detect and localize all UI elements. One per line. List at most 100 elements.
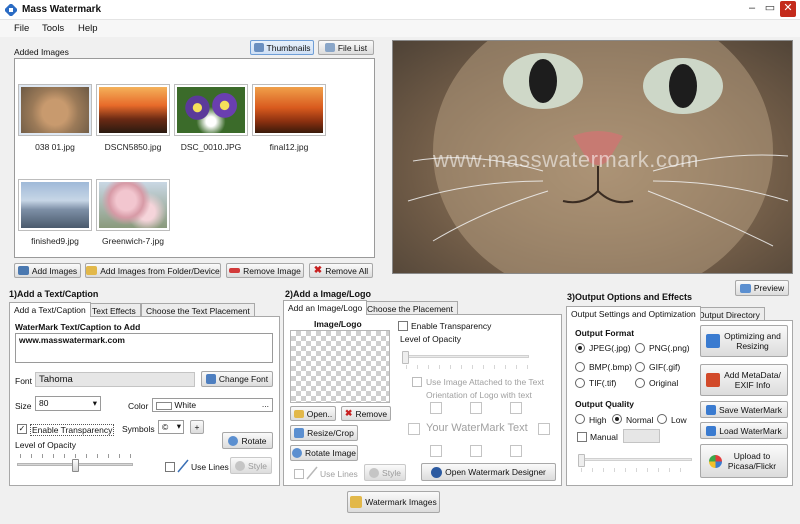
logo-opacity-slider-thumb[interactable] <box>402 351 409 364</box>
open-logo-button[interactable]: Open.. <box>290 406 336 421</box>
tab-text-effects[interactable]: Text Effects <box>87 303 141 317</box>
thumbnail-038-01[interactable] <box>18 84 92 136</box>
tab-output-directory[interactable]: Output Directory <box>693 307 765 321</box>
size-select[interactable]: 80 ▾ <box>35 396 101 411</box>
thumbnail-label: DSCN5850.jpg <box>104 142 162 152</box>
remove-image-button[interactable]: Remove Image <box>226 263 304 278</box>
caption-textarea[interactable]: www.masswatermark.com <box>15 333 273 363</box>
logo-transparency-checkbox[interactable] <box>398 321 408 331</box>
quality-high-radio[interactable] <box>575 414 585 424</box>
logo-opacity-label: Level of Opacity <box>400 334 461 344</box>
change-font-button[interactable]: Change Font <box>201 371 273 387</box>
orientation-top-right[interactable] <box>510 402 522 414</box>
thumbnail-final12[interactable] <box>252 84 326 136</box>
opacity-slider-thumb[interactable] <box>71 459 79 472</box>
upload-button[interactable]: Upload to Picasa/Flickr <box>700 444 788 478</box>
images-thumbnail-panel[interactable]: 038 01.jpg DSCN5850.jpg DSC_0010.JPG fin… <box>14 58 375 258</box>
enable-transparency-checkbox[interactable]: ✓ <box>17 424 27 434</box>
resize-crop-button[interactable]: Resize/Crop <box>290 425 358 441</box>
optimizing-button[interactable]: Optimizing and Resizing <box>700 325 788 357</box>
watermark-images-button[interactable]: Watermark Images <box>347 491 440 513</box>
menu-tools[interactable]: Tools <box>42 23 64 34</box>
remove-logo-button[interactable]: ✖ Remove <box>341 406 391 421</box>
thumbnails-button[interactable]: Thumbnails <box>250 40 314 55</box>
save-watermark-button[interactable]: Save WaterMark <box>700 401 788 418</box>
line-style-icon <box>177 459 189 475</box>
size-value: 80 <box>39 398 49 408</box>
quality-slider-track[interactable] <box>580 458 692 461</box>
tab-add-text[interactable]: Add a Text/Caption <box>9 302 91 317</box>
format-bmp-radio[interactable] <box>575 362 585 372</box>
tab-logo-placement[interactable]: Choose the Placement <box>362 301 458 315</box>
orientation-top-center[interactable] <box>470 402 482 414</box>
tab-text-placement[interactable]: Choose the Text Placement <box>141 303 255 317</box>
minimize-icon[interactable]: – <box>744 1 760 17</box>
logo-preview-area[interactable] <box>290 330 390 403</box>
quality-normal-radio[interactable] <box>612 414 622 424</box>
title-bar: Mass Watermark – ▭ ✕ <box>0 0 800 20</box>
add-from-folder-button[interactable]: Add Images from Folder/Device <box>85 263 221 278</box>
symbols-select[interactable]: © ▾ <box>158 420 184 434</box>
wand-icon <box>705 334 720 348</box>
preview-watermark-text: www.masswatermark.com <box>433 147 699 172</box>
orientation-bottom-right[interactable] <box>510 445 522 457</box>
use-lines-checkbox[interactable] <box>165 462 175 472</box>
thumbnails-label: Thumbnails <box>266 42 311 53</box>
style-icon <box>235 460 246 471</box>
orientation-top-left[interactable] <box>430 402 442 414</box>
color-picker[interactable]: White ... <box>152 398 273 412</box>
rotate-button[interactable]: Rotate <box>222 432 273 449</box>
use-attached-checkbox[interactable] <box>412 377 422 387</box>
symbols-add-button[interactable]: + <box>190 420 204 434</box>
thumbnail-dscn5850[interactable] <box>96 84 170 136</box>
style-button[interactable]: Style <box>230 457 272 474</box>
output-section-title: 3)Output Options and Effects <box>567 292 692 302</box>
tab-add-logo[interactable]: Add an Image/Logo <box>283 300 368 315</box>
thumbnail-finished9[interactable] <box>18 179 92 231</box>
remove-all-button[interactable]: ✖ Remove All <box>309 263 373 278</box>
color-more-button[interactable]: ... <box>262 399 269 409</box>
logo-use-lines-checkbox[interactable] <box>294 469 304 479</box>
format-gif-radio[interactable] <box>635 362 645 372</box>
orientation-middle-left[interactable] <box>408 423 420 435</box>
quality-low-radio[interactable] <box>657 414 667 424</box>
load-icon <box>706 425 717 436</box>
maximize-icon[interactable]: ▭ <box>762 1 778 17</box>
rotate-icon <box>291 448 302 458</box>
format-png-radio[interactable] <box>635 343 645 353</box>
close-icon[interactable]: ✕ <box>780 1 796 17</box>
enable-transparency-label: Enable Transparency <box>30 424 115 436</box>
file-list-button[interactable]: File List <box>318 40 374 55</box>
manual-quality-field[interactable] <box>623 429 660 443</box>
text-section-title: 1)Add a Text/Caption <box>9 289 99 299</box>
add-images-button[interactable]: Add Images <box>14 263 81 278</box>
orientation-bottom-center[interactable] <box>470 445 482 457</box>
rotate-image-label: Rotate Image <box>304 448 357 458</box>
file-list-icon <box>324 43 335 52</box>
format-tif-radio[interactable] <box>575 378 585 388</box>
sunset-thumbnail-image <box>99 87 167 133</box>
menu-file[interactable]: File <box>14 23 29 34</box>
rotate-image-button[interactable]: Rotate Image <box>290 445 358 461</box>
quality-low-label: Low <box>671 415 687 425</box>
logo-opacity-slider-track[interactable] <box>404 355 529 358</box>
orientation-middle-right[interactable] <box>538 423 550 435</box>
orientation-bottom-left[interactable] <box>430 445 442 457</box>
image-section-title: 2)Add a Image/Logo <box>285 289 372 299</box>
add-metadata-button[interactable]: Add MetaData/ EXIF Info <box>700 364 788 396</box>
format-jpeg-radio[interactable] <box>575 343 585 353</box>
font-icon <box>205 374 216 384</box>
open-designer-button[interactable]: Open Watermark Designer <box>421 463 556 481</box>
thumbnail-greenwich-7[interactable] <box>96 179 170 231</box>
remove-logo-label: Remove <box>355 408 388 419</box>
preview-button[interactable]: Preview <box>735 280 789 296</box>
tab-output-settings[interactable]: Output Settings and Optimization <box>566 306 701 321</box>
load-watermark-button[interactable]: Load WaterMark <box>700 422 788 439</box>
quality-slider-thumb[interactable] <box>578 454 585 467</box>
manual-quality-checkbox[interactable] <box>577 432 587 442</box>
logo-style-button[interactable]: Style <box>364 464 406 481</box>
picasa-icon <box>709 454 722 468</box>
thumbnail-dsc-0010[interactable] <box>174 84 248 136</box>
format-original-radio[interactable] <box>635 378 645 388</box>
menu-help[interactable]: Help <box>78 23 98 34</box>
